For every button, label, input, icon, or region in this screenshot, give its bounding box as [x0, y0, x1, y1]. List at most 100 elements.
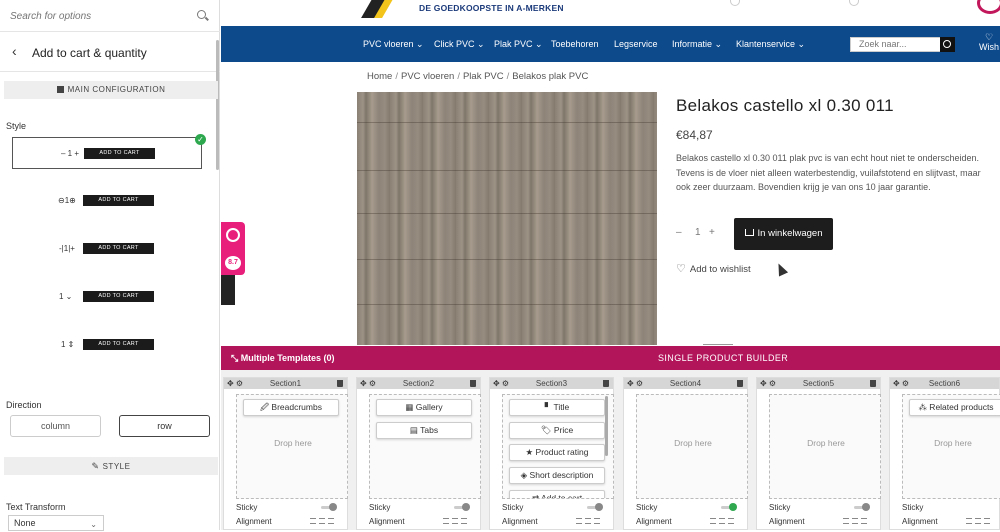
- style-option-5[interactable]: 1 ⇕ ADD TO CART: [12, 329, 202, 361]
- nav-item-klantenservice[interactable]: Klantenservice ⌄: [736, 39, 805, 50]
- move-gear-icons[interactable]: ✥ ⚙: [360, 379, 376, 388]
- qty-plus-button[interactable]: +: [709, 227, 715, 238]
- drop-zone[interactable]: ▦ Gallery ▤ Tabs: [369, 394, 481, 499]
- breadcrumb-plak-pvc[interactable]: Plak PVC: [463, 71, 504, 82]
- add-to-cart-preview: ADD TO CART: [83, 243, 154, 254]
- breadcrumb-belakos: Belakos plak PVC: [512, 71, 589, 82]
- section-scrollbar[interactable]: [605, 396, 608, 456]
- style-section-header[interactable]: ✎ STYLE: [4, 457, 218, 475]
- block-title[interactable]: ▘ Title: [509, 399, 605, 416]
- drop-zone[interactable]: Drop here ⁂ Related products: [902, 394, 1000, 499]
- wishlist-heart-icon[interactable]: [977, 0, 1000, 14]
- breadcrumb-home[interactable]: Home: [367, 71, 392, 82]
- block-related-products[interactable]: ⁂ Related products: [909, 399, 1000, 416]
- panel-title: Add to cart & quantity: [32, 46, 147, 60]
- breadcrumb-pvc-vloeren[interactable]: PVC vloeren: [401, 71, 454, 82]
- chevron-left-icon[interactable]: ‹: [12, 44, 26, 58]
- trash-icon[interactable]: [737, 380, 743, 387]
- nav-item-click-pvc[interactable]: Click PVC ⌄: [434, 39, 485, 50]
- alignment-icons[interactable]: [966, 518, 996, 526]
- block-add-to-cart[interactable]: ⇄ Add to cart: [509, 490, 605, 498]
- panel-header: ‹ Add to cart & quantity: [0, 32, 220, 72]
- section-header[interactable]: Section6 ✥ ⚙: [890, 378, 999, 389]
- text-transform-select[interactable]: None ⌄: [8, 515, 104, 531]
- search-icon[interactable]: [940, 37, 955, 52]
- account-icon[interactable]: [730, 0, 740, 6]
- multiple-templates-toggle[interactable]: ⤡ Multiple Templates (0): [231, 353, 335, 364]
- direction-label: Direction: [6, 400, 42, 410]
- product-description: Belakos castello xl 0.30 011 plak pvc is…: [676, 153, 981, 192]
- trash-icon[interactable]: [470, 380, 476, 387]
- move-gear-icons[interactable]: ✥ ⚙: [227, 379, 243, 388]
- nav-item-pvc-vloeren[interactable]: PVC vloeren ⌄: [363, 39, 424, 50]
- review-badge[interactable]: 8.7: [221, 222, 245, 275]
- section-header[interactable]: Section1 ✥ ⚙: [224, 378, 347, 389]
- drop-zone[interactable]: ▘ Title 🏷 Price ★ Product rating ◈ Short…: [502, 394, 614, 499]
- section-2: Section2 ✥ ⚙ ▦ Gallery ▤ Tabs Sticky Ali…: [356, 377, 481, 530]
- nav-item-toebehoren[interactable]: Toebehoren: [551, 39, 599, 49]
- move-gear-icons[interactable]: ✥ ⚙: [627, 379, 643, 388]
- trash-icon[interactable]: [870, 380, 876, 387]
- builder-header: ⤡ Multiple Templates (0) SINGLE PRODUCT …: [221, 346, 1000, 370]
- section-header[interactable]: Section3 ✥ ⚙: [490, 378, 613, 389]
- block-gallery[interactable]: ▦ Gallery: [376, 399, 472, 416]
- alignment-icons[interactable]: [576, 518, 606, 526]
- move-gear-icons[interactable]: ✥ ⚙: [760, 379, 776, 388]
- cart-icon[interactable]: [849, 0, 859, 6]
- block-breadcrumbs[interactable]: 🖉 Breadcrumbs: [243, 399, 339, 416]
- drop-zone[interactable]: Drop here 🖉 Breadcrumbs: [236, 394, 348, 499]
- sticky-label: Sticky: [636, 503, 658, 512]
- drop-zone[interactable]: Drop here: [636, 394, 748, 499]
- move-gear-icons[interactable]: ✥ ⚙: [893, 379, 909, 388]
- sticky-toggle[interactable]: [321, 503, 337, 511]
- search-icon[interactable]: [197, 10, 206, 19]
- alignment-icons[interactable]: [443, 518, 473, 526]
- sticky-label: Sticky: [502, 503, 524, 512]
- alignment-icons[interactable]: [310, 518, 340, 526]
- block-price[interactable]: 🏷 Price: [509, 422, 605, 439]
- qty-minus-button[interactable]: –: [676, 227, 682, 238]
- direction-column-button[interactable]: column: [10, 415, 101, 437]
- add-to-cart-preview: ADD TO CART: [83, 291, 154, 302]
- style-option-2[interactable]: ⊖1⊕ ADD TO CART: [12, 185, 202, 217]
- site-search-input[interactable]: Zoek naar...: [850, 37, 941, 52]
- add-to-cart-button[interactable]: In winkelwagen: [734, 218, 833, 250]
- sticky-toggle[interactable]: [854, 503, 870, 511]
- nav-item-informatie[interactable]: Informatie ⌄: [672, 39, 722, 50]
- builder-title: SINGLE PRODUCT BUILDER: [658, 353, 789, 363]
- block-short-description[interactable]: ◈ Short description: [509, 467, 605, 484]
- trash-icon[interactable]: [337, 380, 343, 387]
- alignment-icons[interactable]: [710, 518, 740, 526]
- alignment-label: Alignment: [236, 517, 272, 526]
- nav-item-plak-pvc[interactable]: Plak PVC ⌄: [494, 39, 543, 50]
- options-search: [0, 0, 220, 32]
- block-tabs[interactable]: ▤ Tabs: [376, 422, 472, 439]
- side-tab[interactable]: [221, 275, 235, 305]
- review-check-icon: [226, 228, 240, 242]
- direction-row-button[interactable]: row: [119, 415, 210, 437]
- qty-value[interactable]: 1: [695, 227, 701, 238]
- style-option-4[interactable]: 1 ⌄ ADD TO CART: [12, 281, 202, 313]
- section-1: Section1 ✥ ⚙ Drop here 🖉 Breadcrumbs Sti…: [223, 377, 348, 530]
- trash-icon[interactable]: [603, 380, 609, 387]
- product-image[interactable]: [357, 92, 657, 345]
- main-configuration-header[interactable]: MAIN CONFIGURATION: [4, 81, 218, 99]
- panel-scrollbar[interactable]: [216, 40, 219, 170]
- alignment-icons[interactable]: [843, 518, 873, 526]
- sticky-toggle[interactable]: [587, 503, 603, 511]
- section-header[interactable]: Section5 ✥ ⚙: [757, 378, 880, 389]
- section-header[interactable]: Section4 ✥ ⚙: [624, 378, 747, 389]
- section-header[interactable]: Section2 ✥ ⚙: [357, 378, 480, 389]
- drop-zone[interactable]: Drop here: [769, 394, 881, 499]
- move-gear-icons[interactable]: ✥ ⚙: [493, 379, 509, 388]
- options-search-input[interactable]: [10, 7, 190, 25]
- nav-item-legservice[interactable]: Legservice: [614, 39, 658, 49]
- block-product-rating[interactable]: ★ Product rating: [509, 444, 605, 461]
- add-to-wishlist-link[interactable]: ♡ Add to wishlist: [676, 262, 751, 275]
- heart-icon: ♡: [676, 263, 686, 275]
- sticky-toggle[interactable]: [454, 503, 470, 511]
- style-option-1[interactable]: – 1 + ADD TO CART: [12, 137, 202, 169]
- style-option-3[interactable]: -|1|+ ADD TO CART: [12, 233, 202, 265]
- nav-wishlist[interactable]: ♡ Wish: [978, 32, 1000, 52]
- sticky-toggle[interactable]: [721, 503, 737, 511]
